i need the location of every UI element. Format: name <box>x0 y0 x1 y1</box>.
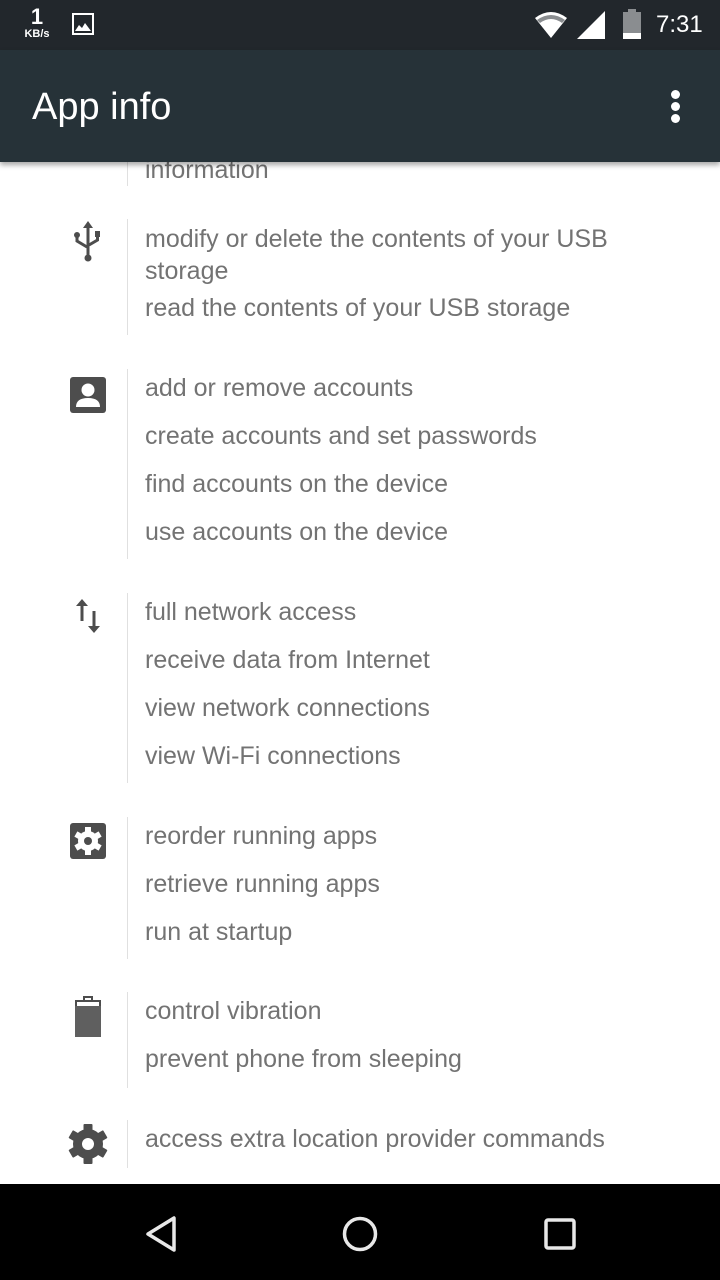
network-speed: 1 KB/s <box>18 6 56 40</box>
home-icon[interactable] <box>336 1210 384 1258</box>
page-title: App info <box>32 86 172 128</box>
group-divider <box>127 219 128 335</box>
more-vert-icon[interactable] <box>660 84 692 128</box>
permission-item[interactable]: modify or delete the contents of your US… <box>145 223 665 287</box>
clock: 7:31 <box>656 11 703 38</box>
cell-signal-icon <box>577 11 605 39</box>
image-notification-icon <box>72 13 94 35</box>
app-bar: App info <box>0 50 720 162</box>
back-icon[interactable] <box>136 1210 184 1258</box>
permission-item[interactable]: run at startup <box>145 916 685 948</box>
battery-icon <box>75 996 101 1037</box>
permission-item[interactable]: add or remove accounts <box>145 372 685 404</box>
permission-item[interactable]: access extra location provider commands <box>145 1123 685 1155</box>
permission-item[interactable]: prevent phone from sleeping <box>145 1043 685 1075</box>
group-divider <box>127 1120 128 1168</box>
battery-icon <box>623 9 641 39</box>
permission-item[interactable]: use accounts on the device <box>145 516 685 548</box>
permission-item[interactable]: read the contents of your USB storage <box>145 292 685 324</box>
gear-icon <box>68 1124 108 1164</box>
permission-item[interactable]: retrieve running apps <box>145 868 685 900</box>
permission-item[interactable]: view Wi-Fi connections <box>145 740 685 772</box>
permission-item[interactable]: information <box>145 162 685 186</box>
settings-box-icon <box>70 823 106 859</box>
permission-item[interactable]: reorder running apps <box>145 820 685 852</box>
network-arrows-icon <box>76 599 100 633</box>
recents-icon[interactable] <box>536 1210 584 1258</box>
usb-icon <box>74 221 100 262</box>
wifi-icon <box>535 12 567 38</box>
permission-item[interactable]: receive data from Internet <box>145 644 685 676</box>
status-bar: 1 KB/s 7:31 <box>0 0 720 50</box>
network-speed-unit: KB/s <box>24 28 50 40</box>
group-divider <box>127 992 128 1088</box>
permission-item[interactable]: create accounts and set passwords <box>145 420 685 452</box>
group-divider <box>127 593 128 783</box>
permissions-list[interactable]: information modify or delete the content… <box>0 162 720 1184</box>
permission-item[interactable]: view network connections <box>145 692 685 724</box>
permission-item[interactable]: control vibration <box>145 995 685 1027</box>
permission-item[interactable]: find accounts on the device <box>145 468 685 500</box>
group-divider <box>127 817 128 959</box>
group-divider <box>127 162 128 186</box>
network-speed-value: 1 <box>30 4 44 29</box>
permission-item[interactable]: full network access <box>145 596 685 628</box>
navigation-bar <box>0 1184 720 1280</box>
account-box-icon <box>70 377 106 413</box>
group-divider <box>127 369 128 559</box>
